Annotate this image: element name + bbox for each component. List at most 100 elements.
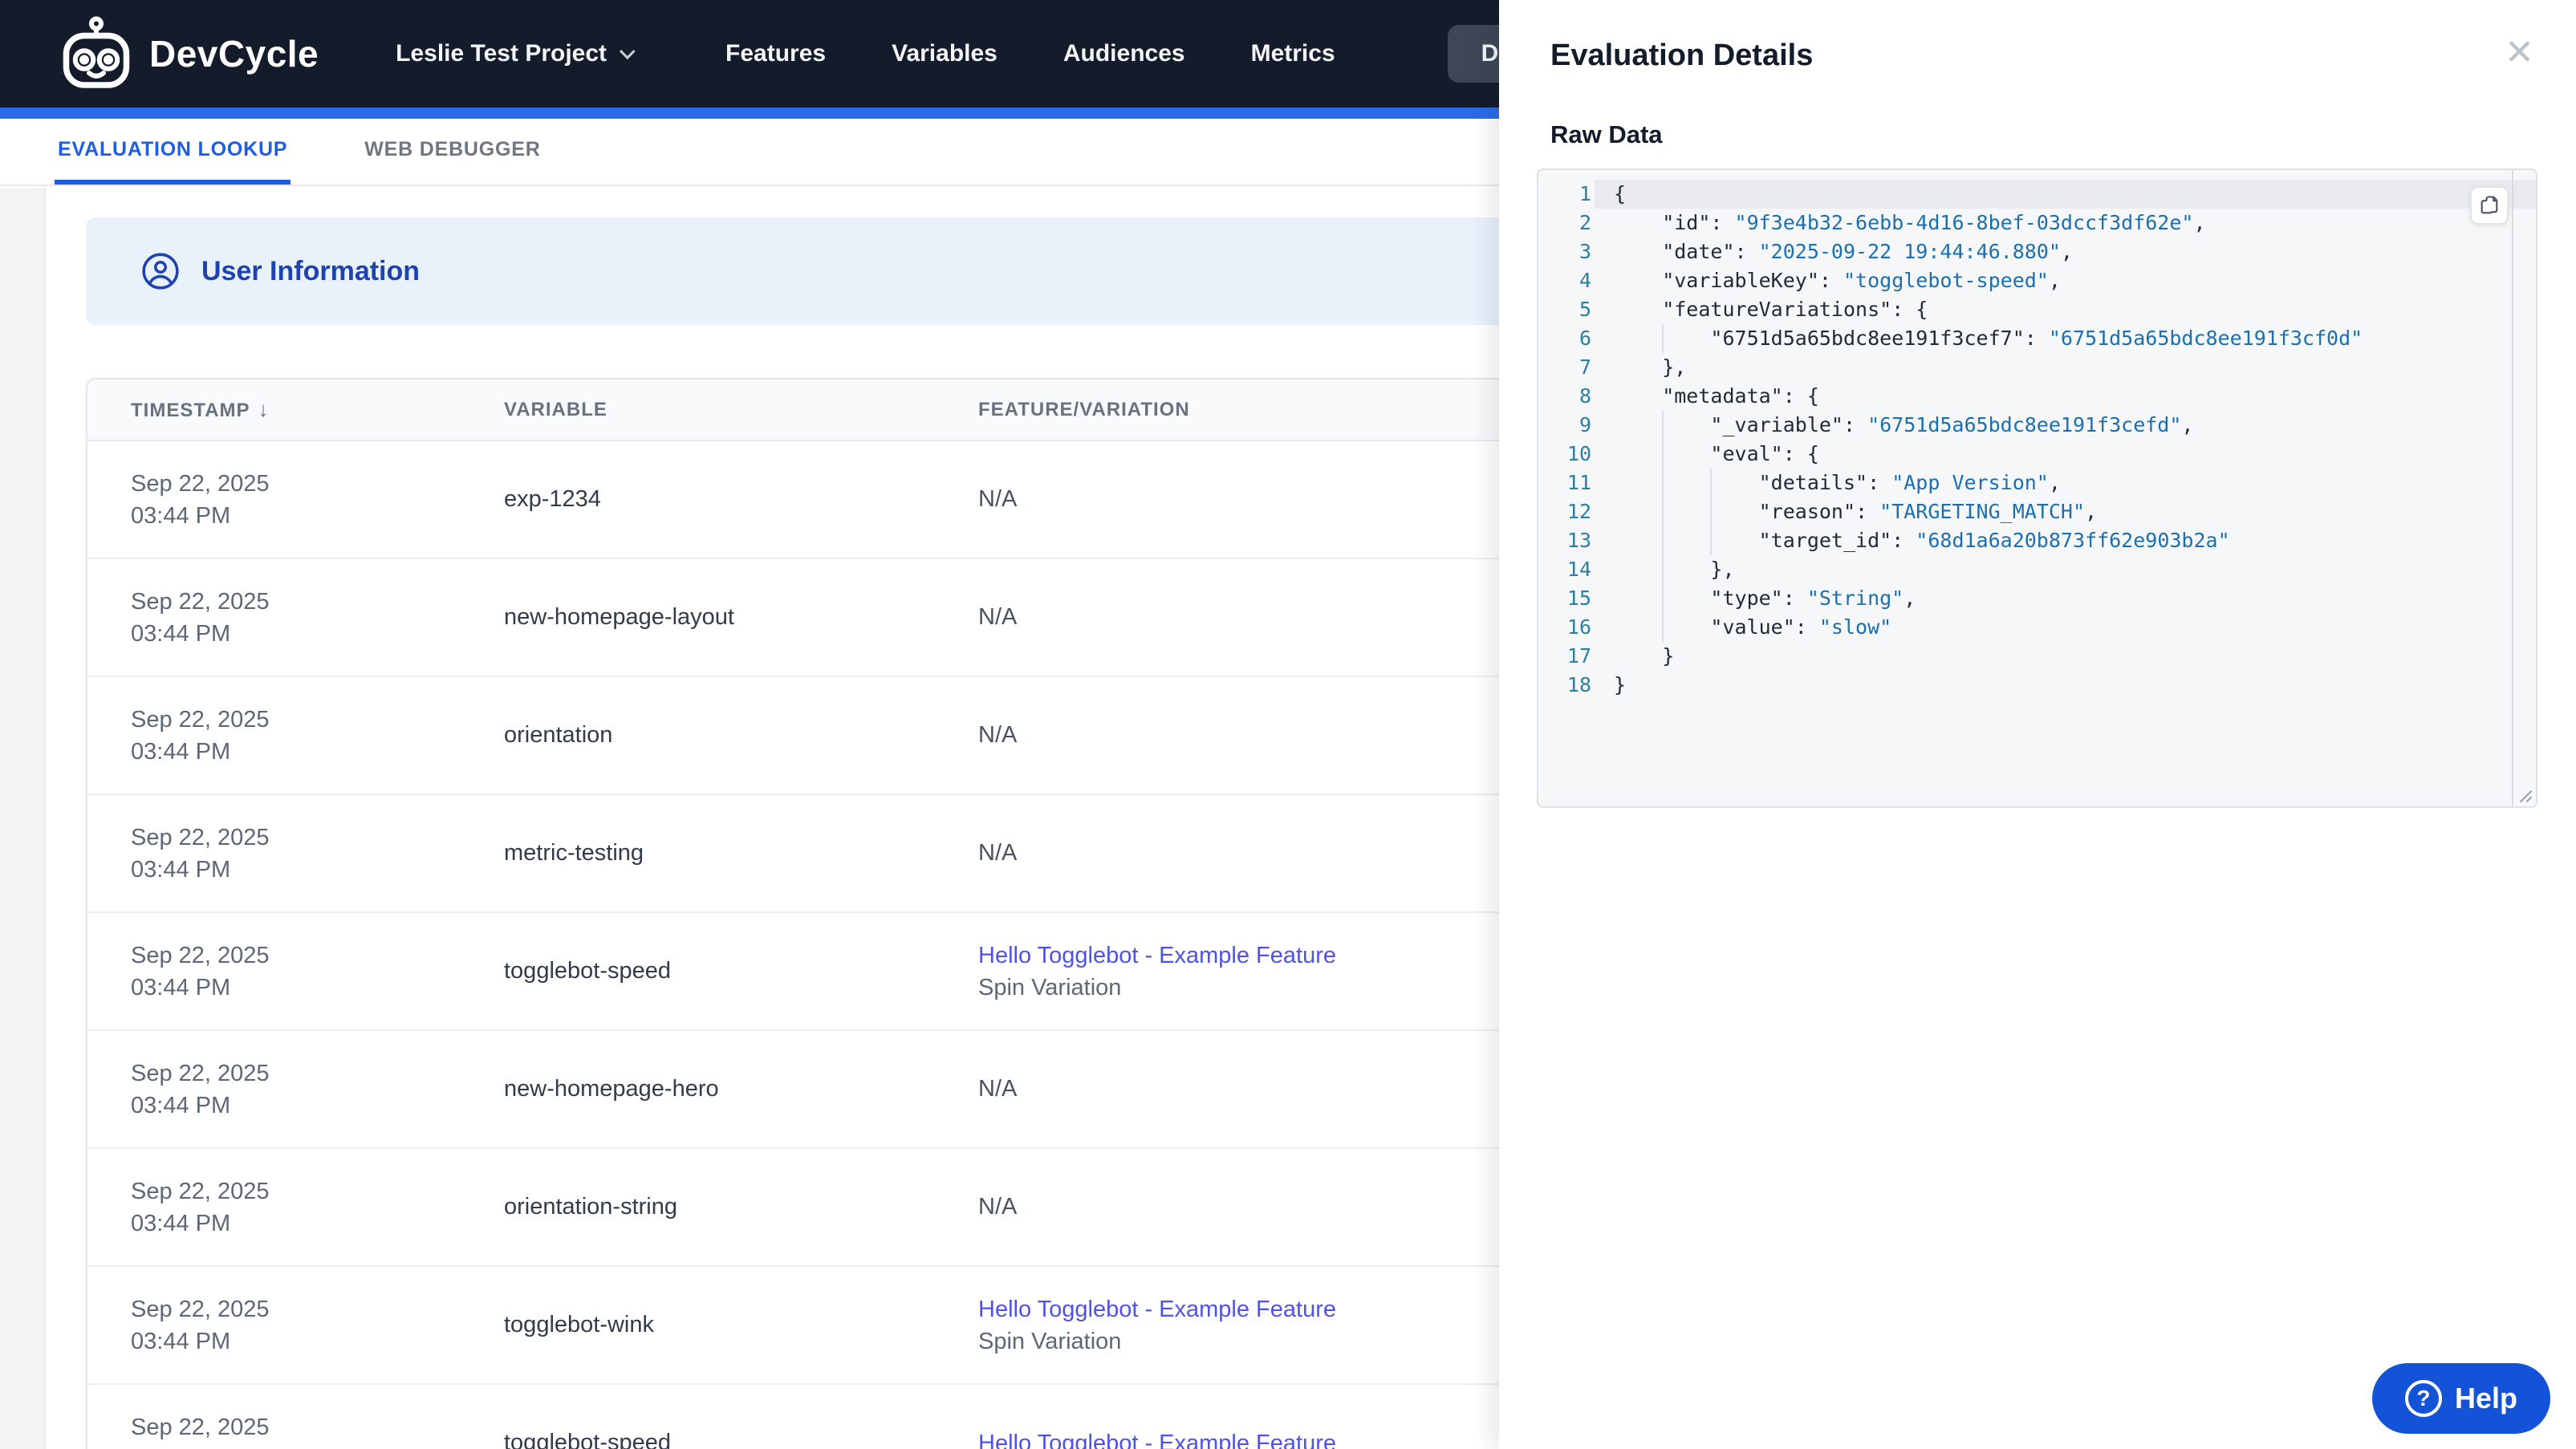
timestamp-date: Sep 22, 2025 xyxy=(131,1296,270,1322)
cell-variable: new-homepage-layout xyxy=(504,604,734,630)
feature-link[interactable]: Hello Togglebot - Example Feature xyxy=(978,943,1336,968)
code-line: 12 "reason": "TARGETING_MATCH", xyxy=(1538,497,2536,526)
table-row[interactable]: Sep 22, 2025 03:44 PM new-homepage-hero N/A xyxy=(87,1031,1625,1149)
line-number: 2 xyxy=(1579,211,1591,234)
not-applicable-value: N/A xyxy=(978,604,1018,630)
code-line: 18} xyxy=(1538,671,2536,700)
code-text: "eval": { xyxy=(1595,440,2536,469)
project-name: Leslie Test Project xyxy=(396,40,607,67)
code-text: "variableKey": "togglebot-speed", xyxy=(1614,269,2061,292)
table-row[interactable]: Sep 22, 2025 03:44 PM togglebot-wink Hello … xyxy=(87,1267,1625,1385)
user-information-banner[interactable]: User Information xyxy=(86,217,1611,325)
code-line: 13 "target_id": "68d1a6a20b873ff62e903b2… xyxy=(1538,526,2536,555)
cell-timestamp: Sep 22, 2025 03:44 PM xyxy=(87,468,461,532)
code-text: "date": "2025-09-22 19:44:46.880", xyxy=(1614,240,2073,263)
feature-link[interactable]: Hello Togglebot - Example Feature xyxy=(978,1297,1336,1322)
not-applicable-value: N/A xyxy=(978,1194,1018,1220)
cell-variable: orientation-string xyxy=(504,1194,677,1220)
line-number: 4 xyxy=(1579,269,1591,292)
nav-item-metrics[interactable]: Metrics xyxy=(1251,40,1335,67)
not-applicable-value: N/A xyxy=(978,840,1018,866)
timestamp-time: 03:44 PM xyxy=(131,1443,461,1449)
line-number: 7 xyxy=(1579,355,1591,379)
code-line: 3 "date": "2025-09-22 19:44:46.880", xyxy=(1538,237,2536,266)
scrollbar-track[interactable] xyxy=(2512,170,2513,806)
brand[interactable]: DevCycle xyxy=(58,15,319,92)
cell-timestamp: Sep 22, 2025 03:44 PM xyxy=(87,940,461,1004)
line-number: 10 xyxy=(1566,442,1591,465)
close-icon[interactable]: ✕ xyxy=(2505,35,2534,71)
nav-item-variables[interactable]: Variables xyxy=(892,40,997,67)
copy-button[interactable] xyxy=(2470,186,2509,225)
timestamp-date: Sep 22, 2025 xyxy=(131,706,270,733)
help-label: Help xyxy=(2454,1382,2517,1414)
cell-timestamp: Sep 22, 2025 03:44 PM xyxy=(87,1411,461,1449)
evaluations-table: TIMESTAMP ↓ VARIABLE FEATURE/VARIATION Se… xyxy=(86,378,1627,1449)
table-row[interactable]: Sep 22, 2025 03:44 PM togglebot-speed Hello… xyxy=(87,1385,1625,1449)
line-number: 18 xyxy=(1566,673,1591,696)
table-row[interactable]: Sep 22, 2025 03:44 PM metric-testing N/A xyxy=(87,795,1625,913)
indent-guide xyxy=(1662,411,1664,440)
resize-handle[interactable] xyxy=(2517,788,2533,804)
main-nav: Leslie Test Project Features Variables A… xyxy=(396,11,1672,83)
table-row[interactable]: Sep 22, 2025 03:44 PM orientation-string N/… xyxy=(87,1149,1625,1267)
not-applicable-value: N/A xyxy=(978,1076,1018,1102)
cell-variable: orientation xyxy=(504,722,613,748)
indent-guide xyxy=(1662,613,1664,642)
table-row[interactable]: Sep 22, 2025 03:44 PM orientation N/A xyxy=(87,677,1625,795)
timestamp-time: 03:44 PM xyxy=(131,856,231,883)
code-line: 8 "metadata": { xyxy=(1538,382,2536,411)
project-selector[interactable]: Leslie Test Project xyxy=(396,40,636,67)
feature-link[interactable]: Hello Togglebot - Example Feature xyxy=(978,1431,1336,1449)
timestamp-date: Sep 22, 2025 xyxy=(131,1414,270,1440)
evaluation-details-panel: Evaluation Details ✕ Raw Data 1{2 "id": … xyxy=(1499,0,2576,1449)
table-row[interactable]: Sep 22, 2025 03:44 PM new-homepage-layout N… xyxy=(87,559,1625,677)
tab-web-debugger[interactable]: WEB DEBUGGER xyxy=(361,119,543,185)
cell-variable: new-homepage-hero xyxy=(504,1076,719,1102)
indent-guide xyxy=(1710,497,1713,526)
table-row[interactable]: Sep 22, 2025 03:44 PM exp-1234 N/A xyxy=(87,441,1625,559)
nav-item-audiences[interactable]: Audiences xyxy=(1063,40,1185,67)
devcycle-logo-icon xyxy=(63,16,130,88)
line-number: 17 xyxy=(1566,644,1591,668)
timestamp-date: Sep 22, 2025 xyxy=(131,942,270,968)
line-number: 15 xyxy=(1566,586,1591,610)
question-circle-icon: ? xyxy=(2404,1380,2442,1417)
code-line: 6 "6751d5a65bdc8ee191f3cef7": "6751d5a65… xyxy=(1538,324,2536,353)
cell-timestamp: Sep 22, 2025 03:44 PM xyxy=(87,704,461,768)
code-text: "metadata": { xyxy=(1614,384,1819,408)
raw-data-label: Raw Data xyxy=(1550,120,1663,148)
code-line: 1{ xyxy=(1538,180,2536,209)
timestamp-date: Sep 22, 2025 xyxy=(131,1178,270,1204)
column-header-timestamp[interactable]: TIMESTAMP ↓ xyxy=(87,397,461,422)
code-line: 15 "type": "String", xyxy=(1538,584,2536,613)
nav-item-features[interactable]: Features xyxy=(725,40,826,67)
not-applicable-value: N/A xyxy=(978,722,1018,748)
code-text: }, xyxy=(1614,355,1687,379)
timestamp-time: 03:44 PM xyxy=(131,1092,231,1118)
help-button[interactable]: ? Help xyxy=(2372,1363,2550,1434)
left-gutter xyxy=(0,188,46,1449)
raw-data-code-block[interactable]: 1{2 "id": "9f3e4b32-6ebb-4d16-8bef-03dcc… xyxy=(1537,168,2537,808)
code-text: "featureVariations": { xyxy=(1614,298,1928,321)
indent-guide xyxy=(1662,440,1664,469)
code-line: 14 }, xyxy=(1538,555,2536,584)
timestamp-time: 03:44 PM xyxy=(131,620,231,647)
line-number: 3 xyxy=(1579,240,1591,263)
code-line: 5 "featureVariations": { xyxy=(1538,295,2536,324)
code-text: "reason": "TARGETING_MATCH", xyxy=(1595,497,2536,526)
indent-guide xyxy=(1662,469,1664,497)
code-line: 4 "variableKey": "togglebot-speed", xyxy=(1538,266,2536,295)
column-header-variable[interactable]: VARIABLE xyxy=(461,399,935,421)
line-number: 6 xyxy=(1579,327,1591,350)
app-window: DevCycle Leslie Test Project Features Va… xyxy=(0,0,2576,1449)
indent-guide xyxy=(1662,555,1664,584)
tab-evaluation-lookup[interactable]: EVALUATION LOOKUP xyxy=(55,119,291,185)
indent-guide xyxy=(1662,584,1664,613)
table-header-row: TIMESTAMP ↓ VARIABLE FEATURE/VARIATION xyxy=(87,380,1625,441)
cell-timestamp: Sep 22, 2025 03:44 PM xyxy=(87,822,461,886)
code-text: "value": "slow" xyxy=(1595,613,2536,642)
timestamp-time: 03:44 PM xyxy=(131,974,231,1000)
chevron-down-icon xyxy=(619,43,636,60)
table-row[interactable]: Sep 22, 2025 03:44 PM togglebot-speed Hello… xyxy=(87,913,1625,1031)
